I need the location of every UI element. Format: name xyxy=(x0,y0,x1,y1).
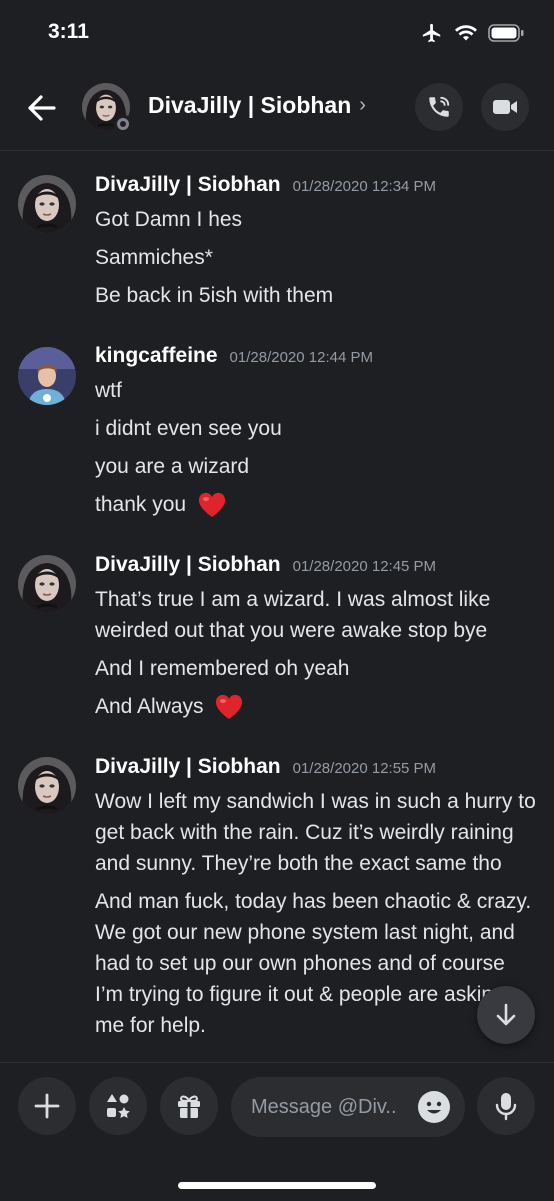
back-button[interactable] xyxy=(22,88,62,128)
message-text: And I remembered oh yeah xyxy=(95,657,350,680)
presence-offline-indicator xyxy=(114,115,134,135)
message-text: Sammiches* xyxy=(95,246,213,269)
avatar[interactable] xyxy=(18,555,76,613)
plus-icon xyxy=(34,1093,60,1119)
message-text: Got Damn I hes xyxy=(95,208,243,231)
message-text: And Always xyxy=(95,695,204,718)
message-text-with-emoji: And Always xyxy=(95,691,538,722)
header-avatar[interactable] xyxy=(82,83,134,135)
user-avatar-image xyxy=(18,555,76,613)
message-timestamp: 01/28/2020 12:44 PM xyxy=(229,349,373,366)
message-composer: Message @Div.. xyxy=(0,1062,554,1201)
video-call-button[interactable] xyxy=(481,83,529,131)
header-title-text: DivaJilly | Siobhan xyxy=(148,92,352,118)
home-indicator xyxy=(178,1182,376,1189)
airplane-icon xyxy=(422,23,441,43)
emoji-icon[interactable] xyxy=(417,1090,451,1124)
message-text: i didnt even see you xyxy=(95,417,282,440)
wifi-icon xyxy=(455,25,477,41)
voice-message-button[interactable] xyxy=(477,1077,535,1135)
user-avatar-image xyxy=(18,347,76,405)
message-text: That’s true I am a wizard. I was almost … xyxy=(95,588,491,642)
message-text: Wow I left my sandwich I was in such a h… xyxy=(95,790,536,875)
message-timestamp: 01/28/2020 12:45 PM xyxy=(292,558,437,575)
chat-header: DivaJilly | Siobhan › xyxy=(0,64,554,151)
status-time: 3:11 xyxy=(48,20,89,43)
avatar[interactable] xyxy=(18,175,76,233)
back-arrow-icon xyxy=(28,95,56,121)
message-text-with-emoji: thank you xyxy=(95,489,538,520)
message-text: thank you xyxy=(95,493,187,516)
message-author[interactable]: kingcaffeine xyxy=(95,344,218,368)
message-text: wtf xyxy=(95,379,122,402)
apps-icon xyxy=(107,1094,130,1118)
red-heart-emoji-icon xyxy=(198,493,225,518)
apps-button[interactable] xyxy=(89,1077,147,1135)
user-avatar-image xyxy=(18,175,76,233)
arrow-down-icon xyxy=(496,1003,516,1026)
avatar[interactable] xyxy=(18,347,76,405)
avatar[interactable] xyxy=(18,757,76,815)
video-call-icon xyxy=(493,100,517,114)
message-author[interactable]: DivaJilly | Siobhan xyxy=(95,553,281,577)
message-text: And man fuck, today has been chaotic & c… xyxy=(95,890,532,1037)
message-text: you are a wizard xyxy=(95,455,250,478)
header-title[interactable]: DivaJilly | Siobhan › xyxy=(148,92,366,119)
message-list[interactable]: DivaJilly | Siobhan 01/28/2020 12:34 PM … xyxy=(0,151,554,1061)
add-attachment-button[interactable] xyxy=(18,1077,76,1135)
voice-call-icon xyxy=(429,96,450,117)
battery-icon xyxy=(488,24,524,42)
message-author[interactable]: DivaJilly | Siobhan xyxy=(95,173,281,197)
status-bar: 3:11 xyxy=(0,0,554,64)
gift-icon xyxy=(178,1095,200,1118)
message-author[interactable]: DivaJilly | Siobhan xyxy=(95,755,281,779)
message-input-placeholder: Message @Div.. xyxy=(251,1096,397,1118)
chevron-right-icon: › xyxy=(359,94,366,116)
red-heart-emoji-icon xyxy=(216,695,243,720)
message-text: Be back in 5ish with them xyxy=(95,284,334,307)
message-timestamp: 01/28/2020 12:34 PM xyxy=(292,178,437,195)
message-timestamp: 01/28/2020 12:55 PM xyxy=(292,760,437,777)
voice-call-button[interactable] xyxy=(415,83,463,131)
status-icons xyxy=(420,22,524,44)
user-avatar-image xyxy=(18,757,76,815)
gift-button[interactable] xyxy=(160,1077,218,1135)
microphone-icon xyxy=(495,1093,517,1121)
message-input[interactable]: Message @Div.. xyxy=(231,1077,465,1137)
jump-to-bottom-button[interactable] xyxy=(477,986,535,1044)
